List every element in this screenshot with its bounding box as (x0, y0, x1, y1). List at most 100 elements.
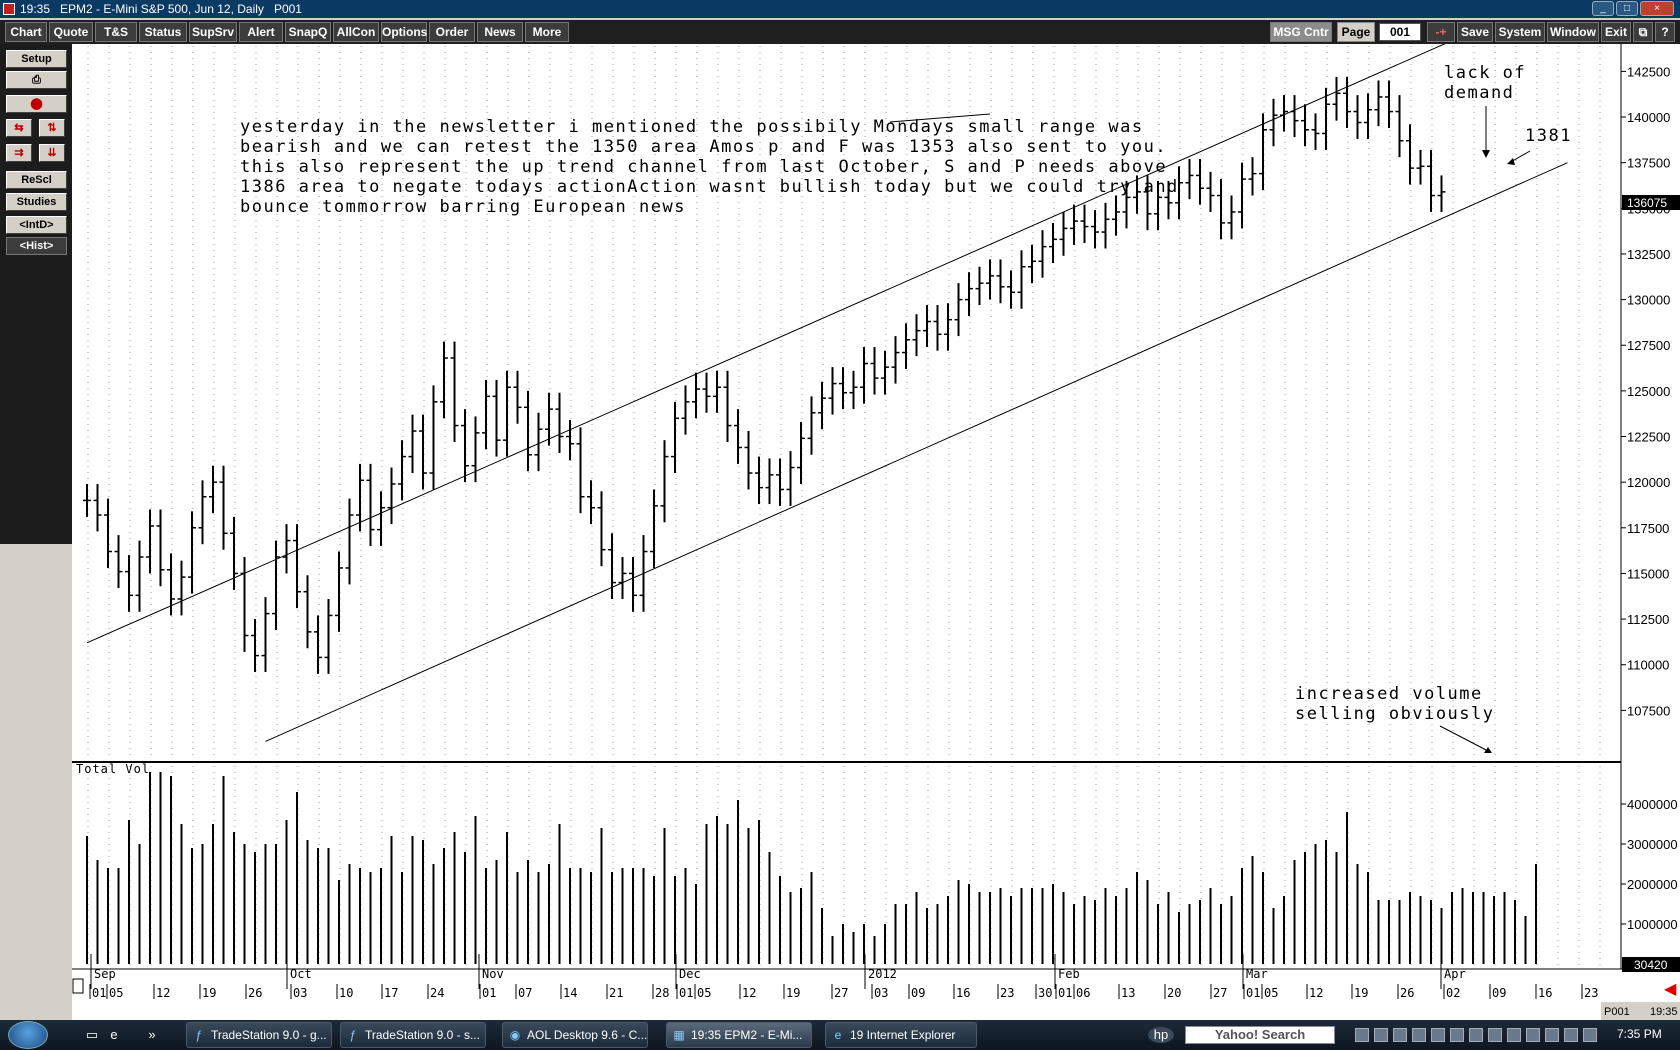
page-stepper[interactable]: -+ (1427, 22, 1455, 42)
tray-icon[interactable] (1412, 1028, 1426, 1042)
month-label: Oct (290, 967, 312, 981)
volume-tick-label: 2000000 (1627, 877, 1678, 892)
toolbar-button-options[interactable]: Options (381, 22, 427, 42)
tray-icon[interactable] (1431, 1028, 1445, 1042)
taskbar-task-label: TradeStation 9.0 - g... (211, 1028, 327, 1042)
taskbar-task[interactable]: ▦ 19:35 EPM2 - E-Mi... (666, 1022, 812, 1048)
toolbar-button-ts[interactable]: T&S (95, 22, 137, 42)
day-label: 01 (1246, 986, 1260, 1000)
close-icon[interactable]: × (1640, 1, 1674, 16)
day-label: 26 (248, 986, 262, 1000)
tray-icon[interactable] (1488, 1028, 1502, 1042)
day-label: 13 (1121, 986, 1135, 1000)
day-label: 16 (956, 986, 970, 1000)
volume-tick-label: 3000000 (1627, 837, 1678, 852)
search-icon[interactable]: ⌕ (1316, 1027, 1332, 1043)
taskbar-task[interactable]: ƒ TradeStation 9.0 - s... (340, 1022, 486, 1048)
toolbar-button-supsrv[interactable]: SupSrv (189, 22, 237, 42)
annotation-line: yesterday in the newsletter i mentioned … (240, 117, 1144, 137)
minimize-icon[interactable]: _ (1592, 1, 1614, 16)
page-number-input[interactable]: 001 (1379, 23, 1421, 41)
day-label: 05 (1264, 986, 1278, 1000)
toolbar-button-alert[interactable]: Alert (239, 22, 283, 42)
taskbar: ▭ e » ƒ TradeStation 9.0 - g... ƒ TradeStat… (0, 1020, 1680, 1050)
annotation-line: bounce tommorrow barring European news (240, 197, 686, 217)
toolbar-button-chart[interactable]: Chart (5, 22, 47, 42)
hp-icon[interactable]: hp (1148, 1027, 1174, 1043)
tray-icon[interactable] (1355, 1028, 1369, 1042)
maximize-icon[interactable]: □ (1616, 1, 1638, 16)
toolbar-button-snapq[interactable]: SnapQ (285, 22, 331, 42)
window-button[interactable]: Window (1547, 22, 1599, 42)
day-label: 30 (1038, 986, 1052, 1000)
taskbar-task[interactable]: ◉ AOL Desktop 9.6 - C... (502, 1022, 648, 1048)
toolbar-button-status[interactable]: Status (139, 22, 187, 42)
taskbar-task-label: TradeStation 9.0 - s... (365, 1028, 480, 1042)
chart-scroll-handle[interactable] (72, 978, 84, 994)
day-label: 26 (1400, 986, 1414, 1000)
day-label: 12 (1309, 986, 1323, 1000)
toolbar-button-news[interactable]: News (477, 22, 523, 42)
search-input[interactable]: Yahoo! Search (1185, 1026, 1335, 1044)
restore-window-icon[interactable]: ⧉ (1633, 22, 1653, 42)
tray-icon[interactable] (1450, 1028, 1464, 1042)
day-label: 01 (1058, 986, 1072, 1000)
tradestation-icon: ƒ (195, 1028, 203, 1042)
msg-center-button[interactable]: MSG Cntr (1270, 22, 1332, 42)
price-tick-label: 107500 (1627, 703, 1670, 718)
price-tick-label: 130000 (1627, 293, 1670, 308)
annotation-line: 1381 (1525, 126, 1572, 146)
day-label: 19 (786, 986, 800, 1000)
volume-tick-label: 1000000 (1627, 917, 1678, 932)
tray-icon[interactable] (1507, 1028, 1521, 1042)
price-tick-label: 132500 (1627, 247, 1670, 262)
day-label: 23 (1000, 986, 1014, 1000)
taskbar-task[interactable]: e 19 Internet Explorer (825, 1022, 977, 1048)
day-label: 21 (609, 986, 623, 1000)
ie-icon[interactable]: e (106, 1027, 122, 1043)
toolbar-button-allcon[interactable]: AllCon (333, 22, 379, 42)
app-icon (3, 3, 15, 15)
help-button[interactable]: ? (1655, 22, 1675, 42)
price-tick-label: 117500 (1627, 521, 1669, 536)
tray-icon[interactable] (1545, 1028, 1559, 1042)
tray-icon[interactable] (1564, 1028, 1578, 1042)
price-tick-label: 137500 (1627, 156, 1670, 171)
price-tick-label: 112500 (1627, 612, 1669, 627)
tray-icon[interactable] (1526, 1028, 1540, 1042)
volume-tick-label: 4000000 (1627, 797, 1678, 812)
tray-icon[interactable] (1583, 1028, 1597, 1042)
volume-panel-label: Total Vol (76, 762, 150, 776)
save-button[interactable]: Save (1457, 22, 1493, 42)
tradestation-icon: ƒ (349, 1028, 357, 1042)
day-label: 05 (109, 986, 123, 1000)
scroll-right-arrow-icon[interactable]: ◀ (1664, 981, 1677, 998)
ie-icon: e (834, 1028, 842, 1042)
desktop-icon[interactable]: ▭ (84, 1027, 100, 1043)
tray-icon[interactable] (1469, 1028, 1483, 1042)
day-label: 03 (293, 986, 307, 1000)
day-label: 16 (1538, 986, 1552, 1000)
month-label: 2012 (868, 967, 897, 981)
tray-icon[interactable] (1393, 1028, 1407, 1042)
price-tick-label: 120000 (1627, 475, 1670, 490)
day-label: 03 (874, 986, 888, 1000)
day-label: 27 (1213, 986, 1227, 1000)
toolbar-button-more[interactable]: More (525, 22, 569, 42)
day-label: 05 (697, 986, 711, 1000)
system-button[interactable]: System (1495, 22, 1545, 42)
month-label: Dec (679, 967, 701, 981)
chevron-icon[interactable]: » (144, 1027, 160, 1043)
chart-area[interactable]: 1425001400001375001350001325001300001275… (0, 44, 1680, 1020)
taskbar-task[interactable]: ƒ TradeStation 9.0 - g... (186, 1022, 332, 1048)
tray-icon[interactable] (1374, 1028, 1388, 1042)
toolbar: Chart Quote T&S Status SupSrv Alert SnapQ AllCo… (0, 20, 1680, 44)
title-page: P001 (273, 2, 302, 16)
toolbar-button-order[interactable]: Order (429, 22, 475, 42)
start-button[interactable] (8, 1021, 48, 1049)
aol-icon: ◉ (509, 1028, 521, 1042)
exit-button[interactable]: Exit (1601, 22, 1631, 42)
annotation-line: bearish and we can retest the 1350 area … (240, 137, 1167, 157)
last-price-label: 136075 (1627, 196, 1667, 210)
toolbar-button-quote[interactable]: Quote (49, 22, 93, 42)
